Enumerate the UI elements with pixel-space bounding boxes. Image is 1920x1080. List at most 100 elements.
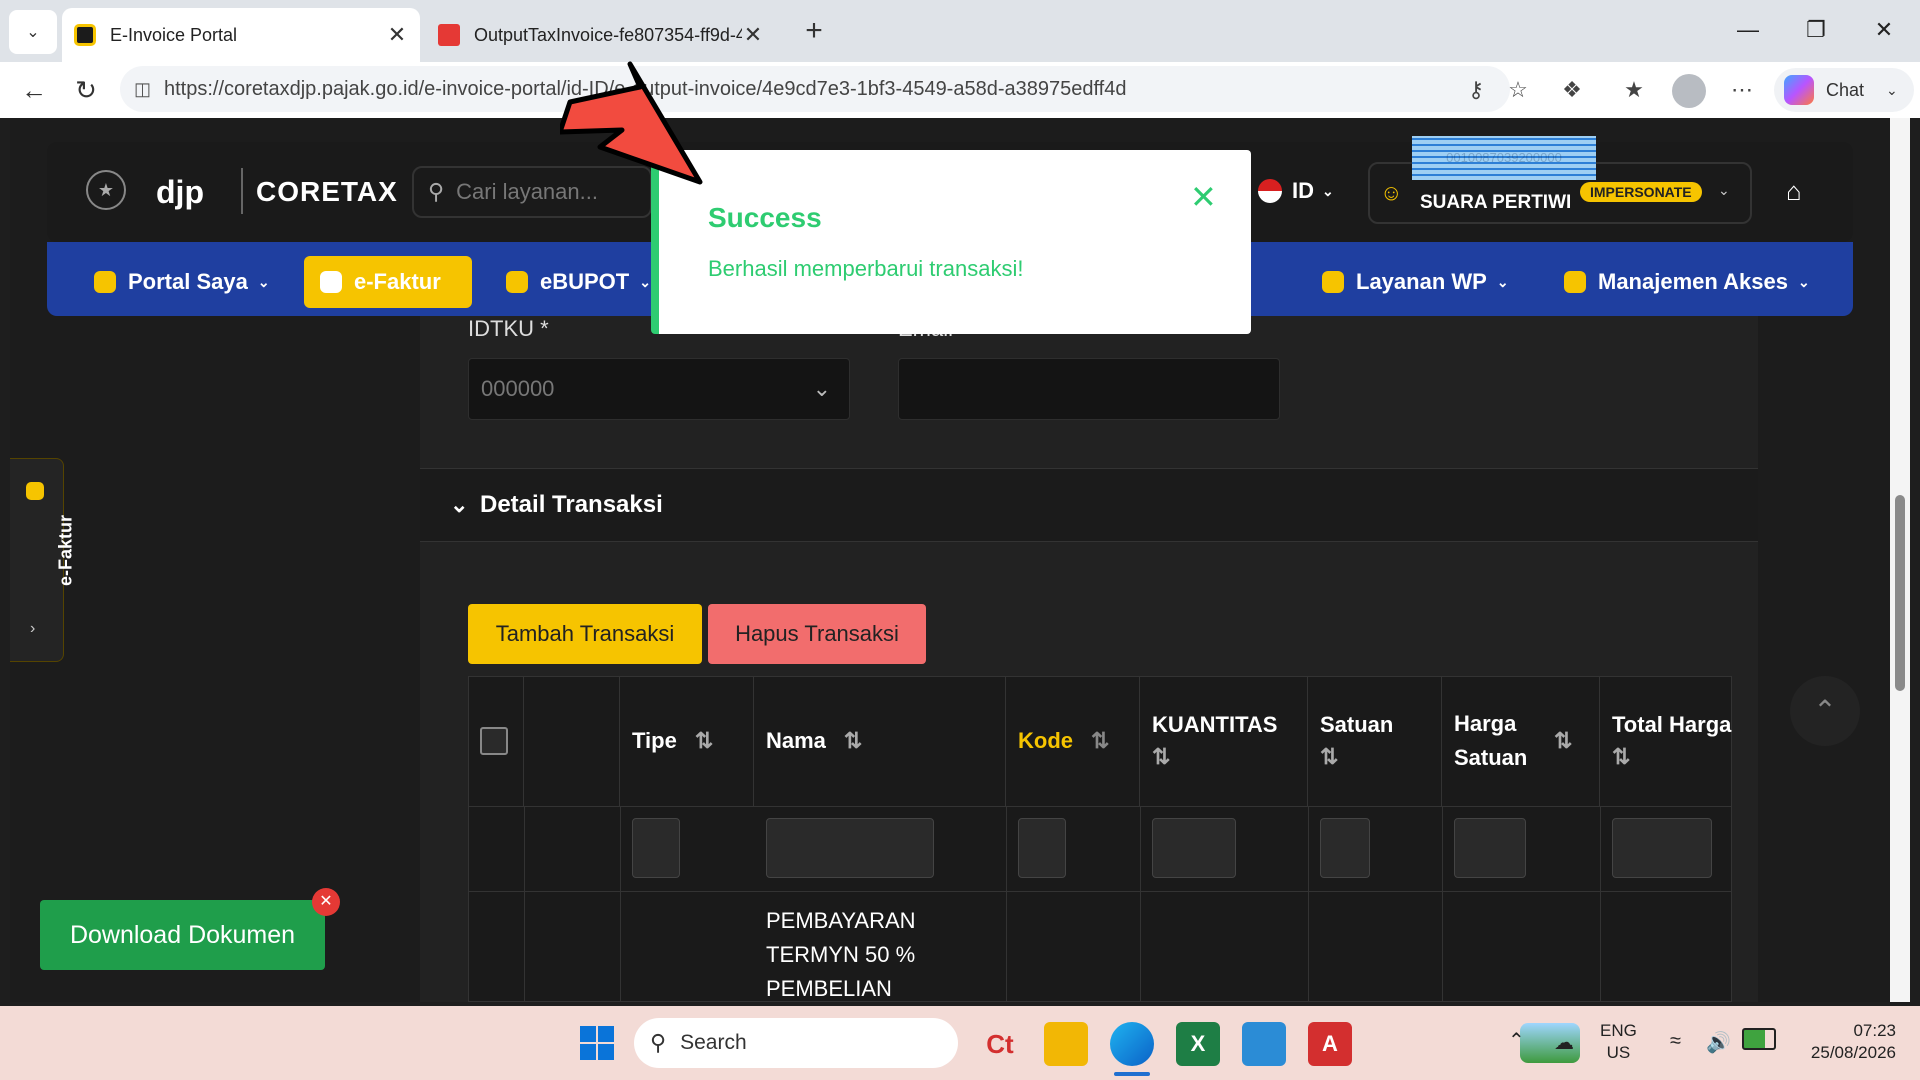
add-transaction-button[interactable]: Tambah Transaksi [468, 604, 702, 664]
scrollbar-thumb[interactable] [1895, 495, 1905, 691]
taskbar-search[interactable]: ⚲ Search [634, 1018, 1580, 1068]
column-header-total-harga[interactable]: Total Harga ⇅ [1600, 676, 1732, 806]
email-field[interactable] [898, 358, 1280, 420]
column-header-harga-satuan[interactable]: Harga Satuan ⇅ [1442, 676, 1600, 806]
column-header-kode[interactable]: Kode ⇅ [1006, 676, 1140, 806]
sort-icon[interactable]: ⇅ [1152, 744, 1170, 770]
table-row[interactable]: PEMBAYARAN TERMYN 50 % PEMBELIAN [766, 904, 916, 1006]
photos-icon[interactable] [1242, 1022, 1286, 1066]
windows-start-icon[interactable] [580, 1026, 614, 1060]
key-icon[interactable]: ⚷ [1460, 74, 1492, 106]
more-options-icon[interactable]: ⋯ [1726, 74, 1758, 106]
detail-transaksi-section[interactable]: ⌄ Detail Transaksi [420, 468, 1758, 542]
chevron-down-icon: ⌄ [1496, 273, 1509, 290]
favorites-icon[interactable]: ★ [1618, 74, 1650, 106]
file-explorer-icon[interactable] [1044, 1022, 1088, 1066]
language-selector[interactable]: ID ⌄ [1258, 178, 1334, 204]
new-tab-icon[interactable]: + [796, 14, 832, 50]
scroll-to-top-button[interactable]: ⌃ [1790, 676, 1860, 746]
select-all-checkbox[interactable] [480, 727, 508, 755]
extensions-icon[interactable]: ❖ [1556, 74, 1588, 106]
chevron-down-icon: ⌄ [26, 24, 40, 41]
toast-close-icon[interactable]: ✕ [1190, 178, 1217, 216]
filter-input-kode[interactable] [1018, 818, 1066, 878]
close-tab-icon[interactable]: ✕ [386, 22, 408, 48]
column-divider [1006, 806, 1007, 1002]
column-header-tipe[interactable]: Tipe ⇅ [620, 676, 754, 806]
wifi-icon[interactable]: ≈ [1670, 1030, 1681, 1053]
filter-input-total-harga[interactable] [1612, 818, 1712, 878]
profile-avatar[interactable] [1672, 74, 1706, 108]
dismiss-download-icon[interactable]: ✕ [312, 888, 340, 916]
clock[interactable]: 07:23 25/08/2026 [1796, 1020, 1896, 1064]
sort-icon[interactable]: ⇅ [695, 728, 713, 754]
chevron-down-icon: ⌄ [1886, 81, 1898, 98]
menu-item-layanan-wp[interactable]: Layanan WP ⌄ [1306, 256, 1525, 308]
djp-logo[interactable]: djp [156, 174, 204, 211]
idtku-select[interactable]: 000000 ⌄ [468, 358, 850, 420]
site-info-icon[interactable]: ◫ [134, 79, 151, 100]
back-icon[interactable]: ← [14, 72, 54, 110]
toast-message: Berhasil memperbarui transaksi! [708, 256, 1024, 281]
menu-item-ebupot[interactable]: eBUPOT ⌄ [490, 256, 667, 308]
copilot-chat-button[interactable]: Chat ⌄ [1774, 68, 1914, 112]
filter-input-harga-satuan[interactable] [1454, 818, 1526, 878]
sort-icon[interactable]: ⇅ [1554, 728, 1572, 754]
edge-browser-icon[interactable] [1110, 1022, 1154, 1066]
column-divider [620, 806, 621, 1002]
coretax-logo[interactable]: CORETAX [256, 176, 398, 208]
refresh-icon[interactable]: ↻ [66, 72, 106, 110]
onedrive-icon[interactable]: ☁ [1554, 1030, 1574, 1055]
excel-icon[interactable]: X [1176, 1022, 1220, 1066]
tab-title: E-Invoice Portal [110, 24, 238, 45]
chevron-down-icon[interactable]: ⌄ [1718, 182, 1730, 199]
home-icon[interactable]: ⌂ [1786, 176, 1802, 207]
user-id-redacted: 0010087039200000 [1412, 136, 1596, 180]
nama-cell-line: TERMYN 50 % [766, 942, 916, 967]
download-document-button[interactable]: Download Dokumen [40, 900, 325, 970]
side-tab-label: e-Faktur [55, 515, 76, 587]
efaktur-icon [26, 482, 44, 500]
close-window-icon[interactable]: ✕ [1854, 10, 1914, 50]
column-header-kuantitas[interactable]: KUANTITAS ⇅ [1140, 676, 1308, 806]
language-indicator[interactable]: ENG US [1600, 1020, 1637, 1064]
column-divider [1308, 806, 1309, 1002]
acrobat-icon[interactable]: A [1308, 1022, 1352, 1066]
language-code: ID [1292, 178, 1314, 203]
filter-input-tipe[interactable] [632, 818, 680, 878]
column-header-nama[interactable]: Nama ⇅ [754, 676, 1006, 806]
search-icon: ⚲ [650, 1030, 667, 1055]
column-header-satuan[interactable]: Satuan ⇅ [1308, 676, 1442, 806]
favorite-star-icon[interactable]: ☆ [1502, 74, 1534, 106]
tab-e-invoice-portal[interactable]: E-Invoice Portal ✕ [62, 8, 420, 62]
menu-item-e-faktur[interactable]: e-Faktur [304, 256, 472, 308]
chevron-down-icon: ⌄ [450, 492, 469, 517]
volume-icon[interactable]: 🔊 [1706, 1030, 1731, 1055]
filter-input-kuantitas[interactable] [1152, 818, 1236, 878]
sort-icon[interactable]: ⇅ [1091, 728, 1109, 754]
filter-input-satuan[interactable] [1320, 818, 1370, 878]
sort-icon[interactable]: ⇅ [1320, 744, 1338, 770]
column-divider [1140, 806, 1141, 1002]
sort-icon[interactable]: ⇅ [1612, 744, 1630, 770]
url-text[interactable]: https://coretaxdjp.pajak.go.id/e-invoice… [164, 78, 1444, 101]
minimize-icon[interactable]: — [1718, 10, 1778, 50]
chevron-right-icon[interactable]: › [30, 620, 35, 638]
toast-title: Success [708, 202, 822, 233]
sort-icon[interactable]: ⇅ [844, 728, 862, 754]
restore-icon[interactable]: ❐ [1786, 10, 1846, 50]
menu-item-portal-saya[interactable]: Portal Saya ⌄ [78, 256, 286, 308]
address-bar[interactable]: ◫ https://coretaxdjp.pajak.go.id/e-invoi… [120, 66, 1510, 112]
close-tab-icon[interactable]: ✕ [742, 22, 764, 48]
coretax-app-icon[interactable]: Ct [978, 1022, 1022, 1066]
filter-input-nama[interactable] [766, 818, 934, 878]
column-divider [1442, 806, 1443, 1002]
chevron-up-icon[interactable]: ⌃ [1508, 1028, 1525, 1053]
pdf-favicon-icon [438, 24, 460, 46]
tab-actions-menu[interactable]: ⌄ [9, 10, 57, 54]
delete-transaction-button[interactable]: Hapus Transaksi [708, 604, 926, 664]
menu-item-manajemen-akses[interactable]: Manajemen Akses ⌄ [1548, 256, 1826, 308]
coretax-favicon-icon [74, 24, 96, 46]
battery-icon[interactable] [1742, 1028, 1776, 1050]
section-title: Detail Transaksi [480, 491, 663, 518]
